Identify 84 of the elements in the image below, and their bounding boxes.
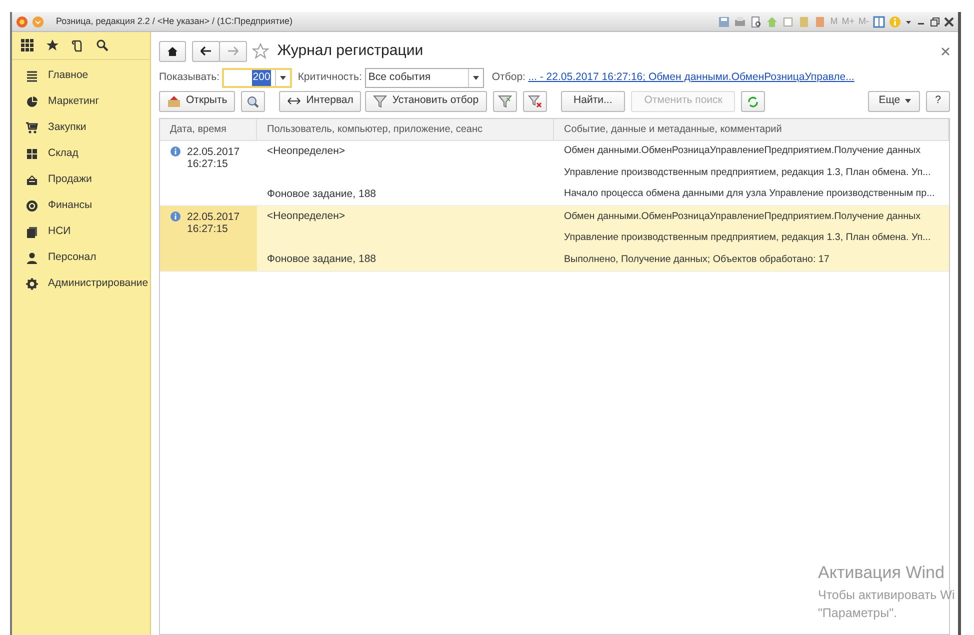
table-cell: Начало процесса обмена данными для узла Управление производственным пр...: [564, 188, 935, 200]
cart-icon: [26, 122, 38, 134]
save-icon[interactable]: [718, 16, 730, 28]
preview-icon[interactable]: [750, 16, 762, 28]
info-icon: [170, 146, 181, 157]
field-label: Показывать:: [159, 70, 220, 86]
restore-icon[interactable]: [930, 16, 940, 28]
table-row[interactable]: [160, 206, 949, 272]
toolbar-button[interactable]: Открыть: [159, 90, 236, 112]
history-icon[interactable]: [71, 39, 84, 52]
table-cell: Выполнено, Получение данных; Объектов обработано: 17: [564, 254, 830, 265]
column-header[interactable]: Пользователь, компьютер, приложение, сеанс: [257, 118, 554, 140]
toolbar-button[interactable]: ?: [926, 90, 950, 112]
close-icon[interactable]: [944, 16, 954, 28]
caret-icon: [905, 99, 912, 104]
field-label: Критичность:: [298, 70, 362, 86]
table-cell: Фоновое задание, 188: [267, 253, 376, 266]
toolbar-button[interactable]: [522, 90, 547, 112]
sidebar-item[interactable]: Закупки: [12, 114, 150, 141]
back-button[interactable]: [192, 40, 220, 62]
arrow-left-icon: [200, 46, 212, 56]
table-cell: <Неопределен>: [267, 210, 346, 222]
filter-icon: [498, 94, 512, 108]
more-button[interactable]: Еще: [868, 90, 920, 112]
grid-icon: [26, 148, 38, 160]
table-cell: Обмен данными.ОбменРозницаУправлениеПредприятием.Получение данных: [564, 210, 920, 222]
person-icon: [26, 252, 38, 264]
table-cell: Фоновое задание, 188: [267, 188, 376, 200]
date-time-cell-text: 22.05.2017 16:27:15: [187, 211, 240, 238]
toolbar-button[interactable]: [241, 90, 266, 112]
refresh-icon: [746, 94, 760, 108]
table-cell: <Неопределен>: [267, 144, 346, 157]
search-icon[interactable]: [96, 39, 109, 52]
activation-notice-text: "Параметры".: [818, 605, 898, 622]
clear-filter-icon: [528, 94, 542, 108]
basket-icon: [26, 174, 38, 186]
table-cell: Управление производственным предприятием, редакция 1.3, План обмена. Уп...: [564, 232, 931, 244]
documents-icon: [26, 226, 38, 238]
sidebar-item[interactable]: Продажи: [12, 166, 150, 193]
star-icon[interactable]: [46, 39, 59, 52]
sidebar-item[interactable]: Персонал: [12, 244, 150, 271]
date-time-cell-text: 22.05.2017 16:27:15: [187, 146, 240, 172]
table-cell: Обмен данными.ОбменРозницаУправлениеПредприятием.Получение данных: [564, 145, 920, 156]
column-header[interactable]: Дата, время: [160, 118, 257, 140]
count-field[interactable]: 200: [222, 68, 292, 88]
document-icon[interactable]: [782, 16, 794, 28]
sidebar-item[interactable]: Финансы: [12, 192, 150, 219]
favorite-star-icon[interactable]: [252, 42, 269, 60]
criticality-select[interactable]: Все события: [364, 68, 484, 88]
info-icon: [170, 211, 181, 222]
sidebar-item[interactable]: Маркетинг: [12, 88, 150, 115]
activation-notice-text: Чтобы активировать Wi: [818, 586, 955, 604]
filter-link[interactable]: ... - 22.05.2017 16:27:16; Обмен данными.ОбменРозницаУправле...: [528, 70, 854, 86]
toolbar-button[interactable]: Интервал: [279, 90, 362, 112]
menu-icon: [26, 70, 38, 82]
home-button[interactable]: [159, 40, 186, 62]
toolbar-button[interactable]: [741, 90, 766, 112]
open-icon: [167, 94, 181, 108]
toolbar-button[interactable]: [492, 90, 517, 112]
home-icon: [167, 46, 178, 57]
toolbar-button[interactable]: Установить отбор: [365, 90, 487, 112]
panel-icon[interactable]: [873, 16, 885, 28]
activation-notice-title: Активация Wind: [818, 562, 946, 584]
gear-icon: [26, 278, 38, 290]
coin-icon: [26, 200, 38, 212]
sidebar-item[interactable]: Главное: [12, 62, 150, 89]
sidebar-item[interactable]: Склад: [12, 140, 150, 167]
table-cell: Управление производственным предприятием, редакция 1.3, План обмена. Уп...: [564, 166, 931, 178]
pie-chart-icon: [26, 96, 38, 108]
dropdown-caret-icon: [280, 76, 286, 80]
filter-icon: [373, 94, 388, 108]
sidebar-item[interactable]: НСИ: [12, 218, 150, 245]
sidebar-item[interactable]: Администрирование: [12, 270, 150, 297]
window-title: Розница, редакция 2.2 / <Не указан> / (1С:Предприятие): [56, 14, 293, 28]
form-title: Журнал регистрации: [277, 41, 424, 61]
app-logo-icon: [16, 16, 28, 28]
search-icon: [246, 94, 260, 108]
field-label: Отбор:: [492, 70, 526, 86]
toolbar-button[interactable]: Найти...: [560, 90, 626, 112]
dropdown-caret-icon: [472, 76, 479, 80]
close-icon[interactable]: [941, 46, 950, 56]
apps-grid-icon[interactable]: [21, 39, 34, 52]
arrow-right-icon: [226, 46, 238, 56]
column-header[interactable]: Событие, данные и метаданные, комментарий: [554, 118, 949, 140]
